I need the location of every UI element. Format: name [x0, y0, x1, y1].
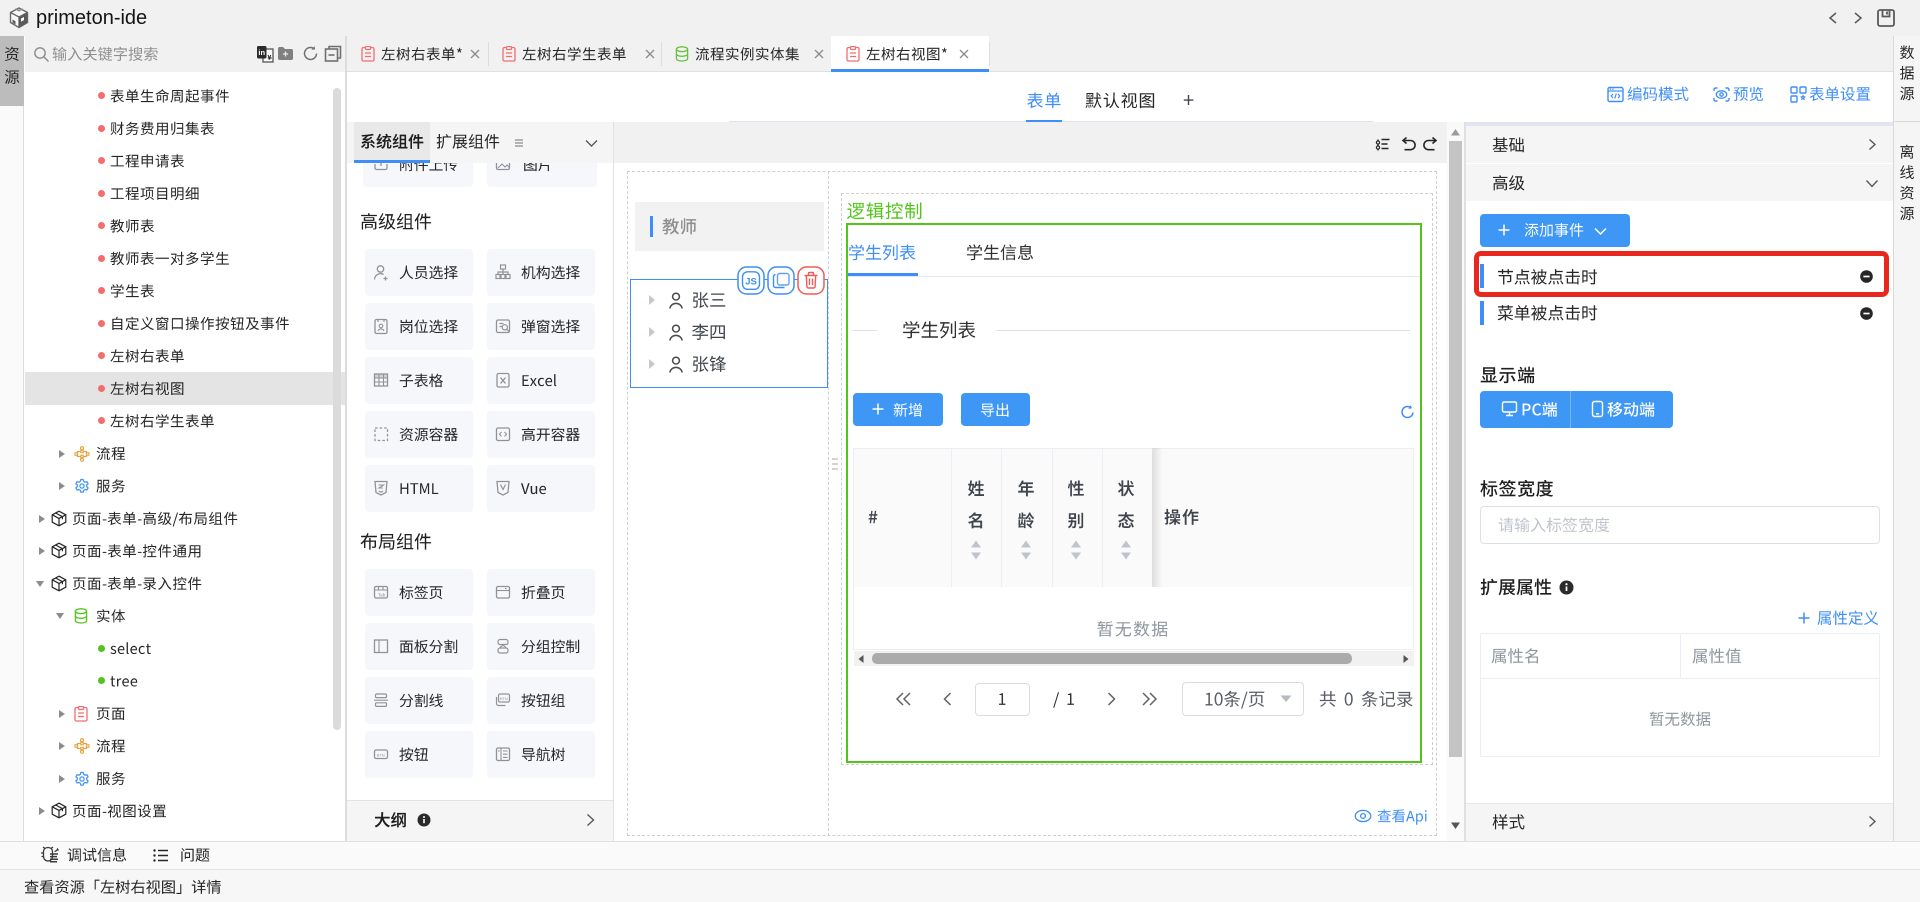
svg-text:Tab: Tab [378, 593, 386, 598]
svg-text:in: in [258, 48, 265, 57]
svg-text:BTN: BTN [377, 752, 385, 757]
svg-text:JS: JS [745, 277, 757, 288]
svg-text:BTN: BTN [500, 697, 508, 701]
